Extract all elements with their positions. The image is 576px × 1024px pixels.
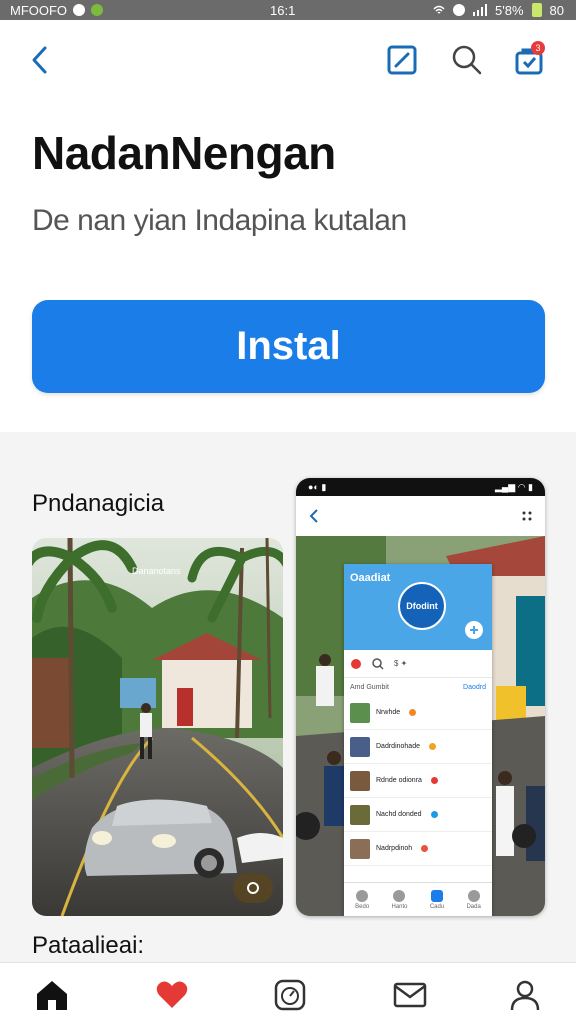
notification-icon [73,4,86,16]
search-button[interactable] [447,40,487,80]
inner-thumb [350,770,370,791]
inner-thumb [350,736,370,757]
inner-tab-bar: Bedo Hanto Cadu Dada [344,882,492,916]
inner-sub-right: Daodrd [463,683,486,691]
app-title: NadanNengan [32,127,336,179]
inner-list: Nrwhde Dadrdinohade Rdnde odionra Nachd … [344,696,492,866]
inner-list-item: Nachd donded [344,798,492,832]
inner-row-label: Dadrdinohade [376,743,420,750]
phone-status-bar: ●◐ ▮ ▂▄▆ ◠ ▮ [296,478,545,496]
edit-button[interactable] [382,40,422,80]
status-right: 5'8% 80 [433,3,564,18]
inner-tab: Cadu [429,889,445,910]
village-road-image [32,538,283,916]
top-app-bar: 3 [0,40,576,86]
heart-icon [156,981,188,1008]
inner-app-screenshot: Oaadiat Dfodint $ ✦ Amd Gumbit Daodrd Nr… [344,564,492,916]
wifi-icon [433,5,445,14]
phone-status-icons-right: ▂▄▆ ◠ ▮ [494,481,533,492]
inner-tab-icon [356,889,369,902]
inner-tab-label: Cadu [429,903,445,910]
search-icon [452,45,482,75]
inner-heart-icon [351,658,361,669]
inner-app-logo: Dfodint [398,582,446,630]
inner-share-icon [465,621,483,639]
carrier-text: MFOOFO [10,2,68,18]
inner-sub-left: Amd Gumbit [350,683,389,691]
phone-nav-bar [296,496,545,536]
status-extra: 80 [549,2,564,18]
nav-favorites[interactable] [152,977,192,1013]
second-section-label: Pataalieai: [32,932,145,959]
inner-tab: Dada [466,889,481,910]
phone-status-icons-left: ●◐ ▮ [308,481,327,492]
inner-status-dot [430,777,438,784]
app-notification-icon [91,4,104,16]
nav-messages[interactable] [390,977,430,1013]
inner-status-dot [421,845,429,852]
inner-tab-label: Bedo [355,903,370,910]
gallery-section-label: Pndanagicia [32,490,165,517]
back-button[interactable] [20,40,60,80]
profile-icon [510,980,540,1011]
inner-app-header: Oaadiat Dfodint [344,564,492,650]
inner-thumb [350,702,370,723]
alarm-icon [453,4,466,16]
photo-action-button[interactable] [233,873,273,903]
inner-row-label: Nadrpdinoh [376,845,413,852]
app-subtitle: De nan yian Indapina kutalan [32,204,407,237]
phone-back-icon [309,509,318,523]
inner-toolbar: $ ✦ [344,650,492,678]
battery-icon [531,3,542,17]
inner-status-dot [428,743,436,750]
inner-toolbar-text: $ ✦ [394,659,408,668]
inner-list-item: Dadrdinohade [344,730,492,764]
inner-tab-label: Dada [466,903,481,910]
inner-subheader: Amd Gumbit Daodrd [344,678,492,696]
cart-button[interactable]: 3 [509,40,549,80]
status-time: 16:1 [270,2,296,18]
inner-status-dot [430,811,438,818]
inner-app-title: Oaadiat [350,572,391,584]
battery-percent: 5'8% [495,2,524,18]
status-left: MFOOFO [10,2,104,18]
inner-tab: Hanto [391,889,408,910]
inner-status-dot [409,709,417,716]
mail-icon [393,982,427,1008]
bottom-nav [0,962,576,1024]
inner-tab-icon [393,889,406,902]
inner-search-icon [372,657,384,670]
inner-tab-icon [467,889,480,902]
gallery-screenshot-2[interactable]: ●◐ ▮ ▂▄▆ ◠ ▮ Oaadiat Dfodint $ ✦ Amd Gum… [296,478,545,916]
inner-tab: Bedo [355,889,370,910]
timer-icon [274,979,306,1011]
inner-row-label: Nachd donded [376,811,422,818]
nav-profile[interactable] [505,977,545,1013]
inner-tab-icon [430,889,443,902]
install-button[interactable]: Instal [32,300,545,393]
edit-icon [387,45,417,75]
cart-badge: 3 [531,41,545,55]
inner-tab-label: Hanto [391,903,408,910]
chevron-left-icon [32,46,47,74]
status-bar: MFOOFO 16:1 5'8% 80 [0,0,576,20]
sound-icon [247,882,259,894]
inner-list-item: Rdnde odionra [344,764,492,798]
photo-caption: Dananotans [132,566,181,576]
inner-thumb [350,838,370,859]
inner-row-label: Nrwhde [376,709,401,716]
nav-home[interactable] [32,977,72,1013]
inner-row-label: Rdnde odionra [376,777,422,784]
phone-more-icon [522,511,532,521]
home-icon [37,981,67,1010]
gallery-photo-1[interactable]: Dananotans [32,538,283,916]
inner-list-item: Nrwhde [344,696,492,730]
nav-timer[interactable] [270,977,310,1013]
inner-thumb [350,804,370,825]
inner-list-item: Nadrpdinoh [344,832,492,866]
signal-icon [473,4,488,16]
